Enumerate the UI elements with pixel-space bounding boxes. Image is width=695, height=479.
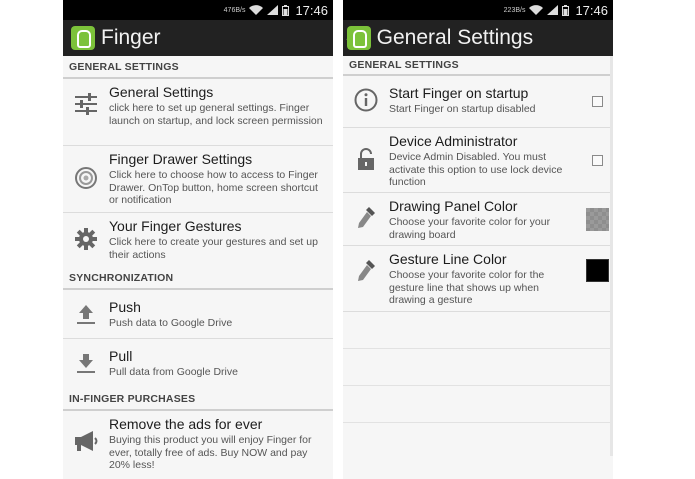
item-title: Pull bbox=[109, 348, 133, 364]
item-subtitle: click here to set up general settings. F… bbox=[109, 102, 323, 127]
wifi-icon bbox=[529, 5, 544, 15]
item-subtitle: Choose your favorite color for the gestu… bbox=[389, 269, 545, 306]
line-color-container bbox=[581, 246, 613, 311]
status-bar: 476B/s 17:46 bbox=[63, 0, 333, 20]
general-settings-screen: 223B/s 17:46 ‹ General Settings GENERAL … bbox=[343, 0, 613, 479]
section-header-sync: SYNCHRONIZATION bbox=[63, 267, 333, 290]
item-title: Your Finger Gestures bbox=[109, 218, 242, 234]
eyedropper-icon bbox=[343, 246, 389, 311]
item-subtitle: Click here to create your gestures and s… bbox=[109, 236, 318, 261]
empty-row bbox=[343, 349, 613, 386]
finger-logo-icon[interactable] bbox=[71, 26, 95, 50]
wifi-icon bbox=[249, 5, 264, 15]
item-title: Push bbox=[109, 299, 141, 315]
battery-icon bbox=[282, 4, 290, 16]
drawing-panel-color-item[interactable]: Drawing Panel Color Choose your favorite… bbox=[343, 193, 613, 246]
status-bar: 223B/s 17:46 bbox=[343, 0, 613, 20]
section-header-general: GENERAL SETTINGS bbox=[343, 56, 613, 76]
action-bar: Finger bbox=[63, 20, 333, 56]
network-speed: 223B/s bbox=[503, 6, 526, 14]
item-subtitle: Buying this product you will enjoy Finge… bbox=[109, 434, 312, 471]
section-header-purchases: IN-FINGER PURCHASES bbox=[63, 388, 333, 411]
upload-icon bbox=[63, 290, 109, 338]
gear-icon bbox=[63, 213, 109, 267]
eyedropper-icon bbox=[343, 193, 389, 245]
item-title: Gesture Line Color bbox=[389, 251, 507, 267]
signal-icon bbox=[547, 5, 559, 15]
clock: 17:46 bbox=[295, 2, 328, 18]
admin-checkbox-container bbox=[581, 128, 613, 192]
item-title: Device Administrator bbox=[389, 133, 518, 149]
section-header-general: GENERAL SETTINGS bbox=[63, 56, 333, 79]
item-title: General Settings bbox=[109, 84, 214, 100]
item-title: Drawing Panel Color bbox=[389, 198, 518, 214]
screen-title: General Settings bbox=[376, 26, 534, 49]
clock: 17:46 bbox=[575, 2, 608, 18]
finger-logo-icon[interactable] bbox=[346, 26, 371, 50]
device-administrator-item[interactable]: Device Administrator Device Admin Disabl… bbox=[343, 128, 613, 193]
lock-icon bbox=[343, 128, 389, 192]
item-subtitle: Pull data from Google Drive bbox=[109, 366, 238, 378]
item-subtitle: Push data to Google Drive bbox=[109, 317, 233, 329]
empty-row bbox=[343, 312, 613, 349]
action-bar: ‹ General Settings bbox=[343, 20, 613, 56]
battery-icon bbox=[562, 4, 570, 16]
network-speed: 476B/s bbox=[223, 6, 246, 14]
panel-color-container bbox=[581, 193, 613, 245]
info-icon bbox=[343, 76, 389, 127]
startup-checkbox[interactable] bbox=[591, 96, 603, 107]
megaphone-icon bbox=[63, 411, 109, 479]
empty-row bbox=[343, 386, 613, 423]
item-title: Start Finger on startup bbox=[389, 85, 529, 101]
item-title: Finger Drawer Settings bbox=[109, 151, 253, 167]
item-title: Remove the ads for ever bbox=[109, 416, 263, 432]
gesture-line-color-swatch[interactable] bbox=[585, 259, 609, 282]
finger-gestures-item[interactable]: Your Finger Gestures Click here to creat… bbox=[63, 213, 333, 267]
push-item[interactable]: Push Push data to Google Drive bbox=[63, 290, 333, 339]
item-subtitle: Choose your favorite color for your draw… bbox=[389, 216, 551, 241]
item-subtitle: Device Admin Disabled. You must activate… bbox=[389, 151, 563, 188]
general-settings-item[interactable]: General Settings click here to set up ge… bbox=[63, 79, 333, 146]
drawing-panel-color-swatch[interactable] bbox=[585, 207, 609, 231]
pull-item[interactable]: Pull Pull data from Google Drive bbox=[63, 339, 333, 388]
item-subtitle: Start Finger on startup disabled bbox=[389, 103, 536, 115]
scrollbar[interactable] bbox=[610, 56, 613, 456]
remove-ads-item[interactable]: Remove the ads for ever Buying this prod… bbox=[63, 411, 333, 479]
startup-checkbox-container bbox=[581, 76, 613, 127]
ring-icon bbox=[63, 146, 109, 212]
gesture-line-color-item[interactable]: Gesture Line Color Choose your favorite … bbox=[343, 246, 613, 312]
item-subtitle: Click here to choose how to access to Fi… bbox=[109, 169, 318, 206]
app-title: Finger bbox=[101, 26, 161, 49]
device-admin-checkbox[interactable] bbox=[591, 154, 603, 166]
sliders-icon bbox=[63, 79, 109, 145]
start-on-startup-item[interactable]: Start Finger on startup Start Finger on … bbox=[343, 76, 613, 128]
signal-icon bbox=[267, 5, 279, 15]
finger-drawer-settings-item[interactable]: Finger Drawer Settings Click here to cho… bbox=[63, 146, 333, 213]
finger-main-screen: 476B/s 17:46 Finger GENERAL SETTINGS Gen… bbox=[63, 0, 333, 479]
download-icon bbox=[63, 339, 109, 388]
